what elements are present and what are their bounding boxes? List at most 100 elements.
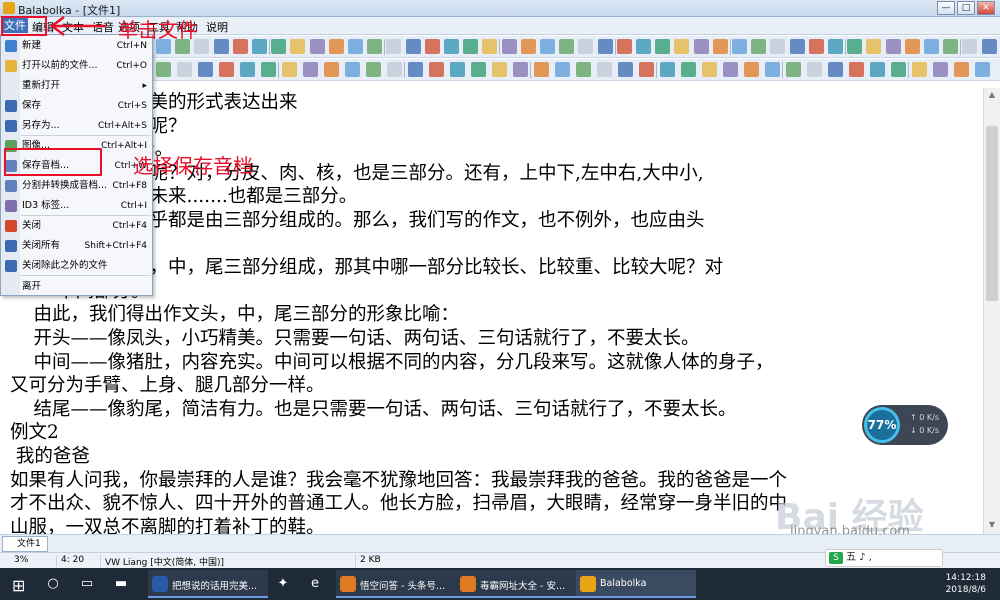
toolbar-button-icon[interactable] (348, 39, 363, 54)
file-explorer-icon[interactable]: ▬ (114, 577, 128, 591)
toolbar-button-icon[interactable] (555, 62, 570, 77)
toolbar-button-icon[interactable] (702, 62, 717, 77)
toolbar-button-icon[interactable] (933, 62, 948, 77)
file-menu-item[interactable]: 离开 (1, 277, 152, 297)
toolbar-button-icon[interactable] (444, 39, 459, 54)
toolbar-button-icon[interactable] (282, 62, 297, 77)
toolbar-button-icon[interactable] (463, 39, 479, 54)
scroll-down-icon[interactable]: ▼ (987, 520, 997, 529)
toolbar-button-icon[interactable] (492, 62, 507, 77)
file-menu-item[interactable]: 关闭所有 Shift+Ctrl+F4 (1, 236, 152, 256)
toolbar-button-icon[interactable] (943, 39, 959, 54)
scroll-thumb[interactable] (986, 126, 998, 301)
toolbar-button-icon[interactable] (252, 39, 267, 54)
toolbar-button-icon[interactable] (954, 62, 969, 77)
toolbar-button-icon[interactable] (261, 62, 276, 77)
file-menu-item[interactable]: 关闭除此之外的文件 (1, 256, 152, 276)
file-menu-item[interactable]: 打开以前的文件... Ctrl+O (1, 56, 152, 76)
toolbar-button-icon[interactable] (177, 62, 192, 77)
toolbar-button-icon[interactable] (198, 62, 213, 77)
close-window-button[interactable]: ✕ (977, 1, 995, 15)
windows-start-icon[interactable]: ⊞ (12, 576, 25, 595)
toolbar-button-icon[interactable] (450, 62, 465, 77)
bird-app-icon[interactable]: ✦ (276, 577, 290, 591)
toolbar-button-icon[interactable] (847, 39, 863, 54)
ime-toolbar[interactable]: S 五 ♪ , (825, 549, 943, 567)
toolbar-button-icon[interactable] (904, 39, 920, 54)
toolbar-button-icon[interactable] (981, 39, 997, 54)
toolbar-button-icon[interactable] (732, 39, 747, 54)
toolbar-button-icon[interactable] (559, 39, 575, 54)
toolbar-button-icon[interactable] (578, 39, 594, 54)
toolbar-button-icon[interactable] (324, 62, 339, 77)
toolbar-button-icon[interactable] (674, 39, 690, 54)
toolbar-button-icon[interactable] (912, 62, 927, 77)
file-menu-item[interactable]: 重新打开 ▸ (1, 76, 152, 96)
toolbar-button-icon[interactable] (975, 62, 990, 77)
system-clock[interactable]: 14:12:18 2018/8/6 (946, 572, 986, 596)
toolbar-button-icon[interactable] (597, 39, 613, 54)
toolbar-button-icon[interactable] (387, 62, 402, 77)
toolbar-button-icon[interactable] (513, 62, 528, 77)
toolbar-button-icon[interactable] (240, 62, 255, 77)
toolbar-button-icon[interactable] (660, 62, 675, 77)
toolbar-button-icon[interactable] (789, 39, 805, 54)
vertical-scrollbar[interactable]: ▲ ▼ (983, 88, 1000, 534)
toolbar-button-icon[interactable] (290, 39, 306, 54)
toolbar-button-icon[interactable] (870, 62, 885, 77)
toolbar-button-icon[interactable] (219, 62, 234, 77)
toolbar-button-icon[interactable] (828, 39, 843, 54)
taskbar-app-word[interactable]: 把想说的话用完美... (148, 570, 268, 598)
network-speed-widget[interactable]: 77% ↑ 0 K/s ↓ 0 K/s (862, 405, 948, 445)
taskbar-app-wukong[interactable]: 悟空问答 - 头条号... (336, 570, 456, 598)
toolbar-button-icon[interactable] (156, 62, 171, 77)
taskbar-app-balabolka[interactable]: Balabolka (576, 570, 696, 598)
maximize-button[interactable]: □ (957, 1, 975, 15)
task-view-icon[interactable]: ▭ (80, 577, 94, 591)
toolbar-button-icon[interactable] (723, 62, 738, 77)
toolbar-button-icon[interactable] (744, 62, 759, 77)
toolbar-button-icon[interactable] (616, 39, 632, 54)
toolbar-button-icon[interactable] (501, 39, 517, 54)
toolbar-button-icon[interactable] (924, 39, 939, 54)
toolbar-button-icon[interactable] (618, 62, 633, 77)
toolbar-button-icon[interactable] (693, 39, 709, 54)
toolbar-button-icon[interactable] (520, 39, 536, 54)
toolbar-button-icon[interactable] (232, 39, 248, 54)
toolbar-button-icon[interactable] (636, 39, 651, 54)
toolbar-button-icon[interactable] (424, 39, 440, 54)
toolbar-button-icon[interactable] (866, 39, 882, 54)
file-menu-item[interactable]: ID3 标签... Ctrl+I (1, 196, 152, 216)
search-icon[interactable]: ○ (46, 577, 60, 591)
toolbar-button-icon[interactable] (386, 39, 402, 54)
minimize-button[interactable]: — (937, 1, 955, 15)
toolbar-button-icon[interactable] (534, 62, 549, 77)
toolbar-button-icon[interactable] (408, 62, 423, 77)
toolbar-button-icon[interactable] (309, 39, 325, 54)
toolbar-button-icon[interactable] (885, 39, 901, 54)
toolbar-button-icon[interactable] (367, 39, 383, 54)
toolbar-button-icon[interactable] (891, 62, 906, 77)
toolbar-button-icon[interactable] (482, 39, 498, 54)
toolbar-button-icon[interactable] (471, 62, 486, 77)
toolbar-button-icon[interactable] (429, 62, 444, 77)
toolbar-button-icon[interactable] (303, 62, 318, 77)
toolbar-button-icon[interactable] (786, 62, 801, 77)
toolbar-button-icon[interactable] (962, 39, 978, 54)
file-menu-item[interactable]: 保存 Ctrl+S (1, 96, 152, 116)
taskbar-app-duba[interactable]: 毒霸网址大全 - 安... (456, 570, 576, 598)
toolbar-button-icon[interactable] (271, 39, 287, 54)
toolbar-button-icon[interactable] (655, 39, 671, 54)
menu-notes[interactable]: 说明 (204, 19, 230, 35)
scroll-up-icon[interactable]: ▲ (987, 90, 997, 99)
toolbar-button-icon[interactable] (828, 62, 843, 77)
toolbar-button-icon[interactable] (751, 39, 767, 54)
toolbar-button-icon[interactable] (681, 62, 696, 77)
toolbar-button-icon[interactable] (405, 39, 421, 54)
toolbar-button-icon[interactable] (712, 39, 728, 54)
toolbar-button-icon[interactable] (808, 39, 824, 54)
file-menu-item[interactable]: 分割并转换成音档... Ctrl+F8 (1, 176, 152, 196)
file-menu-item[interactable]: 另存为... Ctrl+Alt+S (1, 116, 152, 136)
tab-file1[interactable]: 文件1 (2, 536, 48, 552)
file-menu-item[interactable]: 关闭 Ctrl+F4 (1, 216, 152, 236)
